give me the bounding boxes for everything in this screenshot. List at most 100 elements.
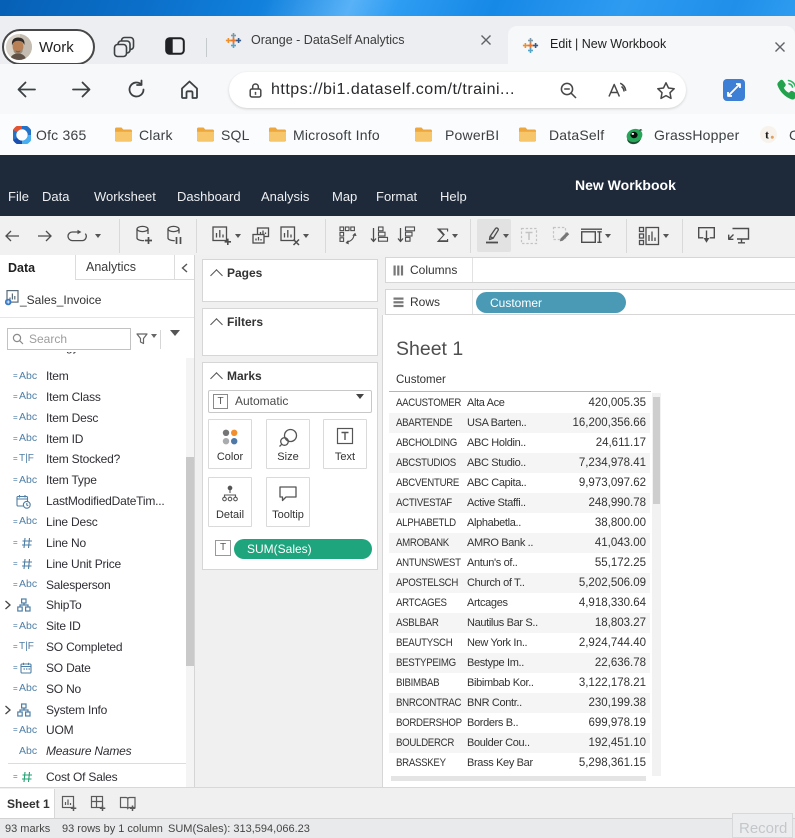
folder-bookmark-icon[interactable] [268,126,287,142]
zoom-out-icon[interactable] [559,81,578,100]
replay-button[interactable] [66,216,88,255]
table-row[interactable]: BESTYPEIMGBestype Im..22,636.78 [389,653,650,673]
folder-bookmark-icon[interactable] [414,126,433,142]
table-scrollbar-thumb[interactable] [653,397,660,504]
expand-chevron-icon[interactable] [4,600,11,610]
expand-chevron-icon[interactable] [4,705,11,715]
totals-caret[interactable] [452,216,458,255]
table-row[interactable]: BORDERSHOPBorders B..699,978.19 [389,713,650,733]
phone-extension-icon[interactable] [775,78,795,101]
read-aloud-icon[interactable] [607,81,628,100]
duplicate-sheet-button[interactable] [251,216,271,255]
bookmark-label[interactable]: PowerBI [445,127,499,143]
table-row[interactable]: ABCHOLDINGABC Holdin..24,611.17 [389,433,650,453]
present-button[interactable] [726,216,750,255]
size-button[interactable]: Size [266,419,310,469]
bookmark-label[interactable]: Microsoft Info [293,127,380,143]
sort-descending-button[interactable] [397,216,416,255]
lock-icon[interactable] [248,82,263,99]
url-text[interactable]: https://bi1.dataself.com/t/traini... [271,81,515,99]
datasource-name[interactable]: _Sales_Invoice [20,293,101,307]
address-bar[interactable]: https://bi1.dataself.com/t/traini... [229,72,686,108]
collapse-chevron-icon[interactable] [210,318,223,331]
field-uom[interactable]: =AbcUOM [0,720,186,740]
search-input[interactable]: Search [7,328,131,350]
bookmark-label[interactable]: C [789,127,795,143]
swap-rows-columns-button[interactable] [339,216,359,255]
record-overlay[interactable]: Record [732,813,793,838]
field-system-info[interactable]: System Info [0,700,186,720]
menu-analysis[interactable]: Analysis [261,189,309,204]
close-tab-icon[interactable] [772,39,788,55]
color-button[interactable]: Color [208,419,252,469]
pane-options-caret[interactable] [170,336,180,354]
field-line-desc[interactable]: =AbcLine Desc [0,512,186,532]
sort-ascending-button[interactable] [370,216,389,255]
fix-axes-button[interactable] [552,216,571,255]
tab-analytics[interactable]: Analytics [75,255,175,280]
table-row[interactable]: BIBIMBABBibimbab Kor..3,122,178.21 [389,673,650,693]
table-row[interactable]: ANTUNSWESTAntun's of..55,172.25 [389,553,650,573]
field-so-no[interactable]: =AbcSO No [0,679,186,699]
table-row[interactable]: ABCSTUDIOSABC Studio..7,234,978.41 [389,453,650,473]
table-row[interactable]: BRASSKEYBrass Key Bar5,298,361.15 [389,753,650,773]
show-mark-labels-button[interactable] [520,216,538,255]
new-story-tab-button[interactable] [119,788,137,819]
field-item-stocked[interactable]: =T|FItem Stocked? [0,449,186,469]
tab-actions-icon[interactable] [164,35,186,57]
table-column-header[interactable]: Customer [396,374,446,386]
fit-selector[interactable] [580,216,603,255]
field-filter-caret[interactable] [151,338,157,356]
home-icon[interactable] [179,79,200,100]
folder-bookmark-icon[interactable] [196,126,215,142]
fields-scrollbar-thumb[interactable] [186,457,194,666]
browser-profile-button[interactable]: Work [2,29,95,65]
table-row[interactable]: ASBLBARNautilus Bar S..18,803.27 [389,613,650,633]
collapse-pane-icon[interactable] [180,263,189,273]
table-row[interactable]: BNRCONTRACBNR Contr..230,199.38 [389,693,650,713]
field-item[interactable]: =AbcItem [0,366,186,386]
highlight-caret[interactable] [503,216,509,255]
show-hide-cards-caret[interactable] [663,216,669,255]
close-tab-icon[interactable] [478,32,494,48]
mark-type-dropdown[interactable]: T Automatic [208,390,372,413]
table-row[interactable]: APOSTELSCHChurch of T..5,202,506.09 [389,573,650,593]
tab-edit-new-workbook[interactable]: Edit | New Workbook [508,26,795,64]
field-line-unit-price[interactable]: =Line Unit Price [0,554,186,574]
grasshopper-bookmark-icon[interactable] [624,126,645,146]
detail-button[interactable]: Detail [208,477,252,527]
tab-data[interactable]: Data [0,255,75,280]
field-cost-of-sales[interactable]: =Cost Of Sales [0,767,186,787]
clear-sheet-caret[interactable] [303,216,309,255]
field-shipto[interactable]: ShipTo [0,595,186,615]
tooltip-button[interactable]: Tooltip [266,477,310,527]
table-row[interactable]: ARTCAGESArtcages4,918,330.64 [389,593,650,613]
marks-card[interactable]: Marks T Automatic ColorSizeTextDetailToo… [202,362,378,570]
text-button[interactable]: Text [323,419,367,469]
show-hide-cards-button[interactable] [638,216,660,255]
office-bookmark-icon[interactable] [13,126,31,144]
field-item-type[interactable]: =AbcItem Type [0,470,186,490]
new-dashboard-tab-button[interactable] [90,788,107,819]
highlight-button[interactable] [483,216,501,255]
table-row[interactable]: ABCVENTUREABC Capita..9,973,097.62 [389,473,650,493]
undo-button[interactable] [4,216,20,255]
clear-sheet-button[interactable] [279,216,301,255]
bookmark-label[interactable]: DataSelf [549,127,604,143]
table-row[interactable]: ACTIVESTAFActive Staffi..248,990.78 [389,493,650,513]
field-line-no[interactable]: =Line No [0,533,186,553]
new-worksheet-caret[interactable] [235,216,241,255]
field-item-id[interactable]: =AbcItem ID [0,429,186,449]
menu-map[interactable]: Map [332,189,357,204]
new-data-source-button[interactable] [134,216,154,255]
window-resizer-extension-icon[interactable] [723,79,745,101]
sum-sales-pill[interactable]: SUM(Sales) [234,539,372,559]
refresh-icon[interactable] [126,79,147,100]
totals-button[interactable]: Σ [436,216,449,255]
field-salesperson[interactable]: =AbcSalesperson [0,575,186,595]
bookmark-label[interactable]: Ofc 365 [36,127,86,143]
folder-bookmark-icon[interactable] [518,126,537,142]
field-lastmodifieddatetim[interactable]: LastModifiedDateTim... [0,491,186,511]
new-worksheet-tab-button[interactable] [61,788,78,819]
menu-format[interactable]: Format [376,189,417,204]
